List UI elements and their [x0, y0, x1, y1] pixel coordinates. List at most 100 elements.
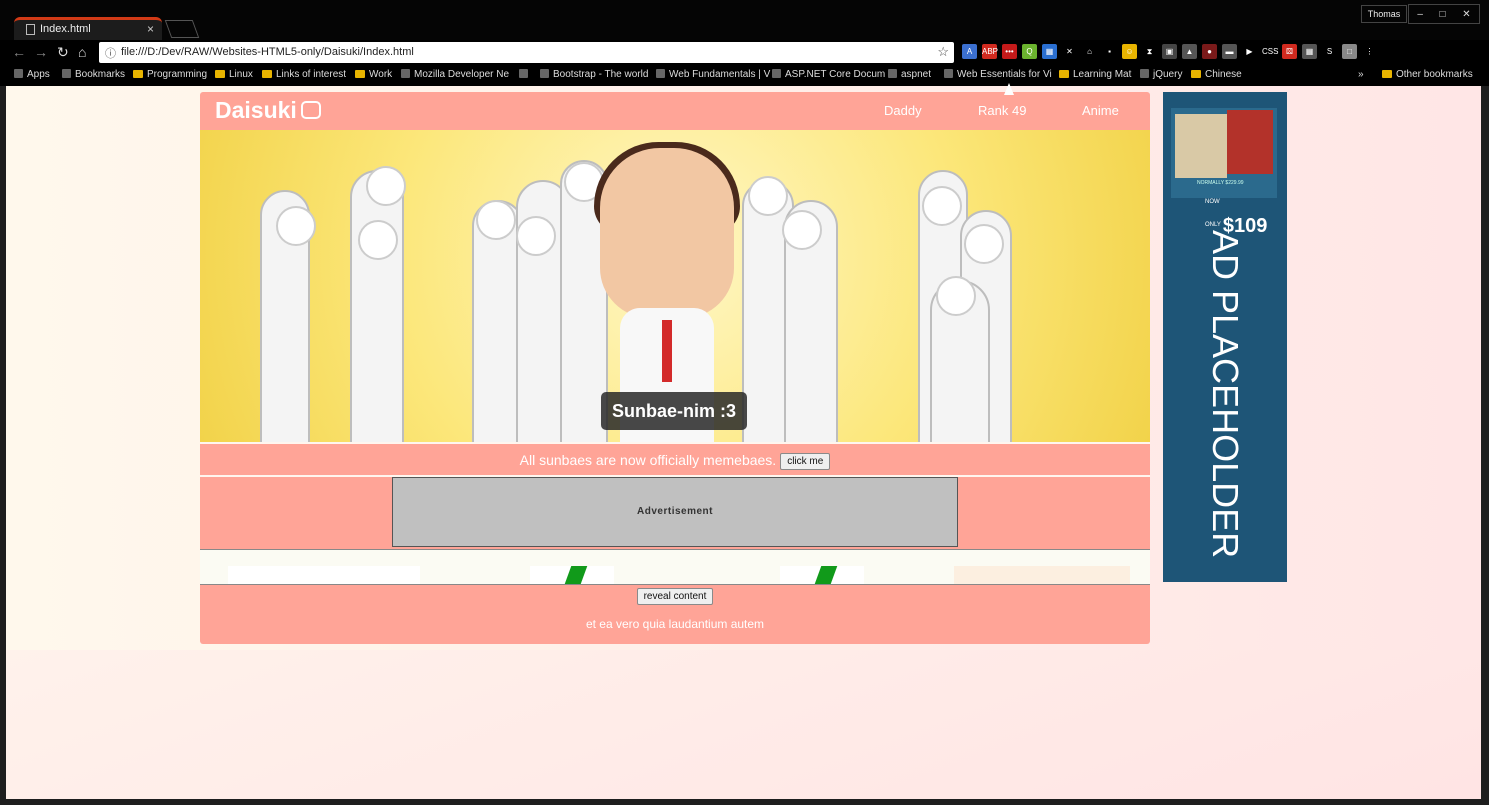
adblock-icon[interactable]: ABP [982, 44, 998, 59]
comment-icon[interactable]: ▬ [1222, 44, 1237, 59]
bookmark-label: Bookmarks [75, 69, 126, 80]
page-viewport: Daisuki Daddy Rank 49 Anime Sunbae-nim:… [6, 86, 1481, 799]
maximize-icon[interactable]: □ [1440, 9, 1446, 20]
bookmark-item[interactable]: ASP.NET Core Docum [772, 69, 885, 80]
hero-image: Sunbae-nim :3 [200, 130, 1150, 442]
grid-icon[interactable]: ▦ [1302, 44, 1317, 59]
tab-close-icon[interactable]: × [147, 22, 154, 36]
profile-button[interactable]: Thomas [1361, 5, 1407, 23]
site-header: Daisuki Daddy Rank 49 Anime [200, 92, 1150, 130]
drive-icon[interactable]: ▲ [1182, 44, 1197, 59]
tab-title: Index.html [40, 23, 91, 35]
bookmark-label: jQuery [1153, 69, 1183, 80]
bookmark-label: Work [369, 69, 393, 80]
bookmark-label: Chinese [1205, 69, 1242, 80]
apps-grid-icon [14, 69, 23, 78]
bookmark-star-icon[interactable]: ☆ [937, 44, 949, 60]
translate-icon[interactable]: A [962, 44, 977, 59]
folder-icon [1382, 70, 1392, 78]
new-tab-button[interactable] [164, 20, 200, 38]
reload-icon[interactable]: ↻ [57, 44, 69, 61]
window-icon[interactable]: □ [1342, 44, 1357, 59]
folder-icon [215, 70, 225, 78]
mouse-cursor [1004, 83, 1014, 95]
bookmark-item[interactable]: Linux [215, 69, 253, 80]
bookmark-item[interactable]: Mozilla Developer Ne [401, 69, 509, 80]
home-button-icon[interactable]: ⌂ [78, 44, 86, 60]
screenshot-icon[interactable]: ▣ [1162, 44, 1177, 59]
hero-caption: Sunbae-nim :3 [601, 392, 747, 430]
mdn-icon [401, 69, 410, 78]
folder-icon [262, 70, 272, 78]
calendar-icon[interactable]: ▦ [1042, 44, 1057, 59]
menu-icon[interactable]: ⋮ [1362, 44, 1377, 59]
bookmark-label: Bootstrap - The world [553, 69, 649, 80]
forward-icon[interactable]: → [34, 44, 48, 60]
bookmark-item[interactable]: Bootstrap - The world [540, 69, 648, 80]
home-icon[interactable]: ⌂ [1082, 44, 1097, 59]
s-icon[interactable]: S [1322, 44, 1337, 59]
page-icon [26, 24, 35, 35]
bookmarks-bar: » Other bookmarks Apps Bookmarks Programmi… [0, 66, 1489, 86]
bookmark-item[interactable]: Links of interest [262, 69, 346, 80]
promo-image: NORMALLY $229.99 NOW ONLY $109 [1171, 108, 1277, 237]
bookmark-item[interactable]: Learning Mat [1059, 69, 1131, 80]
bookmark-label: Apps [27, 69, 50, 80]
x-icon[interactable]: ✕ [1062, 44, 1077, 59]
nav-link-daddy[interactable]: Daddy [884, 103, 922, 118]
bookmark-item[interactable]: Web Essentials for Vi [944, 69, 1052, 80]
nav-link-anime[interactable]: Anime [1082, 103, 1119, 118]
window-controls: – □ ✕ [1408, 4, 1480, 24]
bookmark-label: Linux [229, 69, 253, 80]
nav-link-rank[interactable]: Rank 49 [978, 103, 1026, 118]
reveal-area: reveal content [200, 586, 1150, 605]
close-window-icon[interactable]: ✕ [1462, 9, 1470, 20]
other-bookmarks[interactable]: Other bookmarks [1382, 69, 1473, 80]
bookmark-label: Mozilla Developer Ne [414, 69, 510, 80]
q-icon[interactable]: Q [1022, 44, 1037, 59]
emoji-icon[interactable]: ☺ [1122, 44, 1137, 59]
info-icon[interactable]: ⓘ [105, 45, 116, 61]
play-icon[interactable]: ▶ [1242, 44, 1257, 59]
folder-icon [1191, 70, 1201, 78]
bookmark-item[interactable]: Chinese [1191, 69, 1242, 80]
click-me-button[interactable]: click me [780, 453, 831, 470]
folder-icon [355, 70, 365, 78]
bookmarks-overflow-icon[interactable]: » [1358, 69, 1364, 80]
tab-strip: Index.html × Thomas – □ ✕ [0, 0, 1489, 42]
bookmark-item[interactable]: aspnet [888, 69, 931, 80]
announcement-text: All sunbaes are now officially memebaes. [519, 452, 777, 468]
bookmark-item[interactable]: jQuery [1140, 69, 1182, 80]
bookmark-item[interactable]: Web Fundamentals | V [656, 69, 770, 80]
bookmark-label: Web Fundamentals | V [669, 69, 771, 80]
announcement-banner: All sunbaes are now officially memebaes.… [200, 445, 1150, 475]
tab-index[interactable]: Index.html × [14, 17, 162, 42]
bookmark-item[interactable] [519, 69, 532, 80]
site-logo[interactable]: Daisuki [215, 97, 321, 124]
revealed-text: et ea vero quia laudantium autem [585, 617, 765, 631]
cat-face-icon [300, 101, 321, 119]
address-bar[interactable]: ⓘ file:///D:/Dev/RAW/Websites-HTML5-only… [99, 42, 954, 63]
folder-icon [1059, 70, 1069, 78]
advertisement-box[interactable]: Advertisement [392, 477, 958, 547]
lastpass-icon[interactable]: ••• [1002, 44, 1017, 59]
record-icon[interactable]: ● [1202, 44, 1217, 59]
reveal-content-button[interactable]: reveal content [636, 588, 714, 605]
main-card: Daisuki Daddy Rank 49 Anime Sunbae-nim:… [200, 92, 1150, 644]
microsoft-icon [772, 69, 781, 78]
github-icon [888, 69, 897, 78]
back-icon[interactable]: ← [12, 44, 26, 60]
note-icon[interactable]: ▪ [1102, 44, 1117, 59]
minimize-icon[interactable]: – [1417, 9, 1423, 20]
hourglass-icon[interactable]: ⧗ [1142, 44, 1157, 59]
bookmark-label: Links of interest [276, 69, 347, 80]
css-icon[interactable]: CSS [1262, 44, 1278, 59]
dice-icon[interactable]: ⚄ [1282, 44, 1297, 59]
bookmark-item[interactable]: Bookmarks [62, 69, 125, 80]
bookmark-item[interactable]: Apps [14, 69, 50, 80]
face-cutout [600, 148, 734, 318]
side-advertisement[interactable]: NORMALLY $229.99 NOW ONLY $109 AD PLACEHO… [1163, 92, 1287, 582]
bookmark-item[interactable]: Programming [133, 69, 207, 80]
bookmark-label: aspnet [901, 69, 932, 80]
bookmark-item[interactable]: Work [355, 69, 392, 80]
